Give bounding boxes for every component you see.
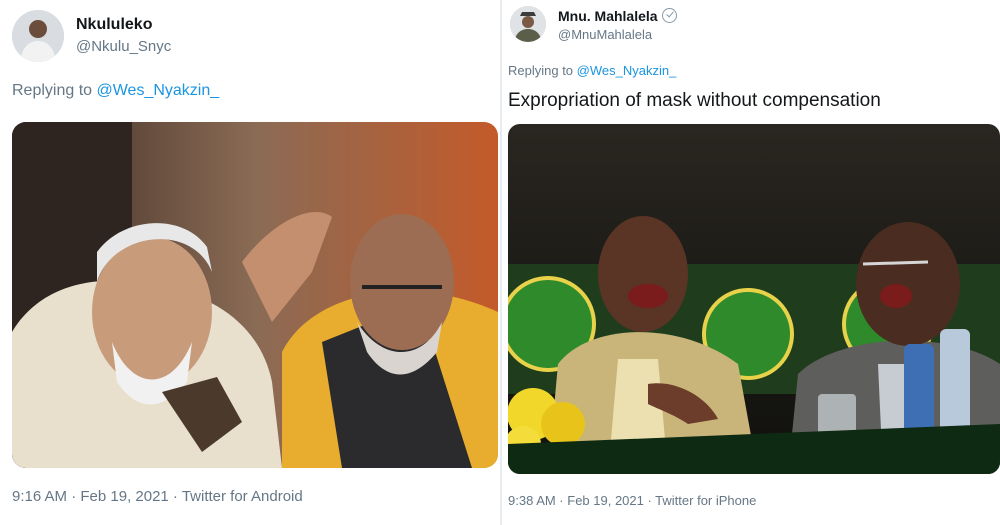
display-name[interactable]: Mnu. Mahlalela <box>558 8 677 24</box>
replying-label: Replying to <box>508 63 574 78</box>
tweet-card-2[interactable]: Mnu. Mahlalela @MnuMahlalela Replying to… <box>502 0 1000 525</box>
replying-to: Replying to @Wes_Nyakzin_ <box>12 82 219 100</box>
display-name[interactable]: Nkululeko <box>76 16 152 34</box>
user-avatar-icon[interactable] <box>12 10 64 62</box>
user-handle[interactable]: @Nkulu_Snyc <box>76 38 171 55</box>
verified-icon <box>661 8 677 23</box>
tweet-image[interactable] <box>12 122 498 468</box>
mention-link[interactable]: @Wes_Nyakzin_ <box>97 82 220 99</box>
tweet-image[interactable] <box>508 124 1000 474</box>
user-avatar-icon[interactable] <box>510 6 546 42</box>
user-handle[interactable]: @MnuMahlalela <box>558 27 652 42</box>
tweet-text: Expropriation of mask without compensati… <box>508 90 881 111</box>
display-name-text[interactable]: Mnu. Mahlalela <box>558 8 658 24</box>
tweet-timestamp[interactable]: 9:16 AM · Feb 19, 2021 · Twitter for And… <box>12 488 303 505</box>
replying-to: Replying to @Wes_Nyakzin_ <box>508 63 676 78</box>
tweet-timestamp[interactable]: 9:38 AM · Feb 19, 2021 · Twitter for iPh… <box>508 493 756 508</box>
tweet-card-1[interactable]: Nkululeko @Nkulu_Snyc Replying to @Wes_N… <box>0 0 500 525</box>
replying-label: Replying to <box>12 82 93 99</box>
mention-link[interactable]: @Wes_Nyakzin_ <box>577 63 677 78</box>
